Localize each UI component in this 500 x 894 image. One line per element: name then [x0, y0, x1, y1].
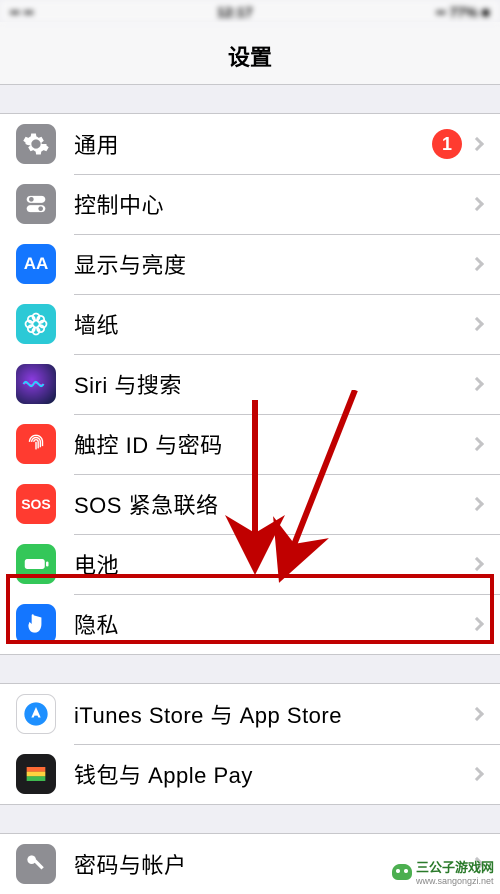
- watermark: 三公子游戏网 www.sangongzi.net: [392, 857, 494, 886]
- status-battery: •• 77% ■: [436, 4, 490, 20]
- row-touchid-passcode[interactable]: 触控 ID 与密码: [0, 414, 500, 474]
- row-battery[interactable]: 电池: [0, 534, 500, 594]
- settings-group-2: iTunes Store 与 App Store 钱包与 Apple Pay: [0, 683, 500, 805]
- row-label: 墙纸: [74, 308, 472, 340]
- row-label: Siri 与搜索: [74, 368, 472, 400]
- battery-icon: [16, 544, 56, 584]
- wallet-icon: [16, 754, 56, 794]
- row-control-center[interactable]: 控制中心: [0, 174, 500, 234]
- row-wallpaper[interactable]: 墙纸: [0, 294, 500, 354]
- row-label: iTunes Store 与 App Store: [74, 698, 472, 730]
- row-label: 显示与亮度: [74, 248, 472, 280]
- row-label: 控制中心: [74, 188, 472, 220]
- aa-icon: AA: [16, 244, 56, 284]
- chevron-right-icon: [470, 617, 484, 631]
- appstore-icon: [16, 694, 56, 734]
- settings-group-1: 通用 1 控制中心 AA 显示与亮度 墙纸 Siri 与搜索 触控 ID 与密码: [0, 113, 500, 655]
- chevron-right-icon: [470, 437, 484, 451]
- sos-icon: SOS: [16, 484, 56, 524]
- page-title: 设置: [0, 22, 500, 85]
- chevron-right-icon: [470, 497, 484, 511]
- row-label: SOS 紧急联络: [74, 488, 472, 520]
- row-label: 电池: [74, 548, 472, 580]
- row-itunes-appstore[interactable]: iTunes Store 与 App Store: [0, 684, 500, 744]
- flower-icon: [16, 304, 56, 344]
- chevron-right-icon: [470, 317, 484, 331]
- row-wallet-applepay[interactable]: 钱包与 Apple Pay: [0, 744, 500, 804]
- row-privacy[interactable]: 隐私: [0, 594, 500, 654]
- watermark-logo-icon: [392, 864, 412, 880]
- toggles-icon: [16, 184, 56, 224]
- hand-icon: [16, 604, 56, 644]
- status-time: 12:17: [217, 4, 253, 20]
- chevron-right-icon: [470, 377, 484, 391]
- watermark-url: www.sangongzi.net: [416, 876, 494, 886]
- key-icon: [16, 844, 56, 884]
- notification-badge: 1: [432, 129, 462, 159]
- row-display-brightness[interactable]: AA 显示与亮度: [0, 234, 500, 294]
- siri-icon: [16, 364, 56, 404]
- watermark-text: 三公子游戏网: [416, 857, 494, 876]
- row-sos[interactable]: SOS SOS 紧急联络: [0, 474, 500, 534]
- chevron-right-icon: [470, 257, 484, 271]
- row-label: 通用: [74, 128, 432, 160]
- chevron-right-icon: [470, 767, 484, 781]
- gear-icon: [16, 124, 56, 164]
- row-label: 触控 ID 与密码: [74, 428, 472, 460]
- row-general[interactable]: 通用 1: [0, 114, 500, 174]
- fingerprint-icon: [16, 424, 56, 464]
- chevron-right-icon: [470, 557, 484, 571]
- chevron-right-icon: [470, 137, 484, 151]
- row-label: 隐私: [74, 608, 472, 640]
- row-label: 钱包与 Apple Pay: [74, 758, 472, 790]
- status-bar: •• •• 12:17 •• 77% ■: [0, 0, 500, 22]
- chevron-right-icon: [470, 707, 484, 721]
- chevron-right-icon: [470, 197, 484, 211]
- status-carrier: •• ••: [10, 4, 34, 20]
- row-siri-search[interactable]: Siri 与搜索: [0, 354, 500, 414]
